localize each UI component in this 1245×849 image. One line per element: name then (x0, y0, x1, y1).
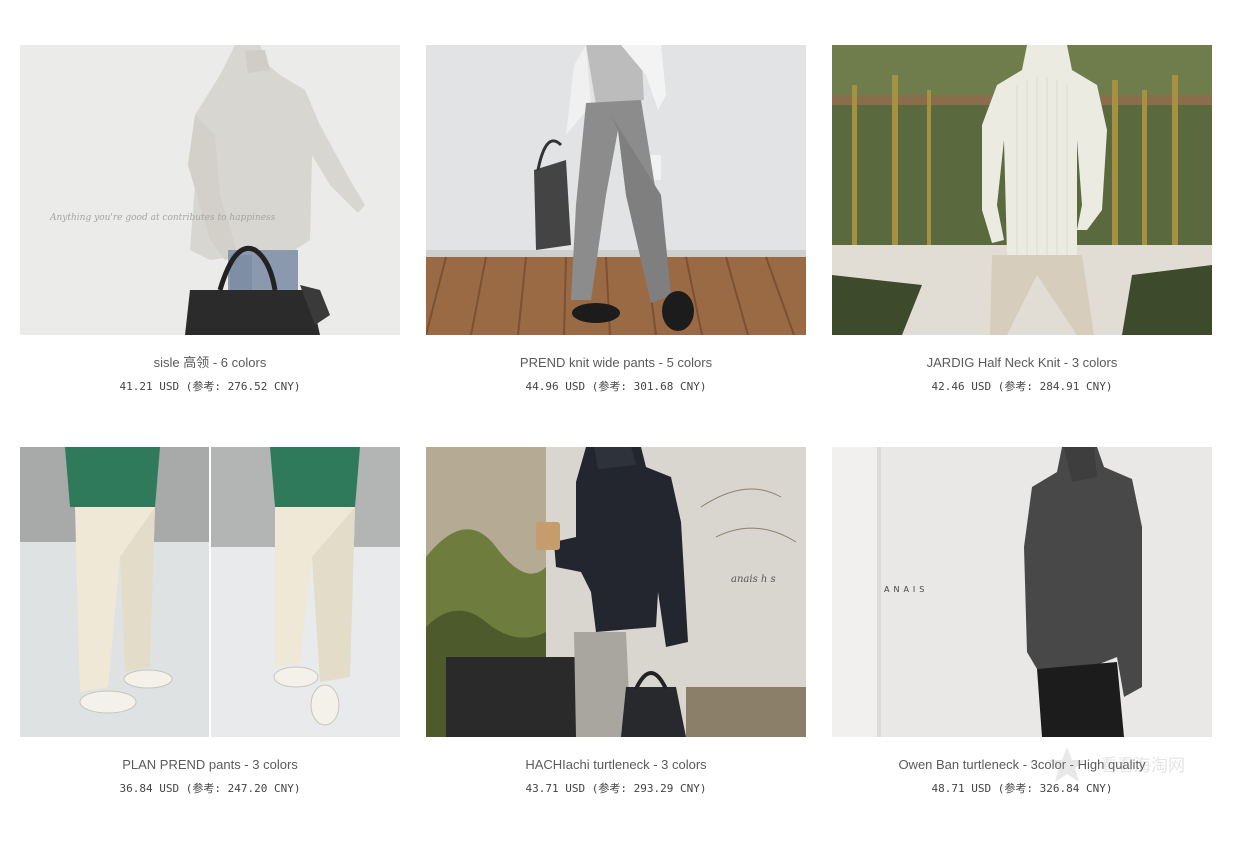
product-image[interactable] (426, 45, 806, 335)
image-caption: ANAIS (884, 585, 928, 594)
cream-wide-pants-photo (20, 447, 400, 737)
product-price: 44.96 USD (参考: 301.68 CNY) (525, 380, 707, 393)
product-name[interactable]: PLAN PREND pants - 3 colors (20, 757, 400, 773)
product-image[interactable]: anais h s (426, 447, 806, 737)
navy-turtleneck-photo: anais h s (426, 447, 806, 737)
product-card[interactable]: PREND knit wide pants - 5 colors 44.96 U… (426, 45, 806, 447)
product-card[interactable]: JARDIG Half Neck Knit - 3 colors 42.46 U… (832, 45, 1212, 447)
product-card[interactable]: anais h s HACHIachi turtleneck - 3 color… (426, 447, 806, 849)
product-price: 42.46 USD (参考: 284.91 CNY) (931, 380, 1113, 393)
image-caption: Anything you're good at contributes to h… (49, 213, 276, 223)
site-watermark: 看看海淘网 (1045, 745, 1235, 785)
product-name[interactable]: HACHIachi turtleneck - 3 colors (426, 757, 806, 773)
product-card[interactable]: Anything you're good at contributes to h… (20, 45, 400, 447)
cream-turtleneck-sweater-photo: Anything you're good at contributes to h… (20, 45, 400, 335)
product-name[interactable]: PREND knit wide pants - 5 colors (426, 355, 806, 371)
product-price: 41.21 USD (参考: 276.52 CNY) (119, 380, 301, 393)
product-card[interactable]: ANAIS Owen Ban turtleneck - 3color - Hig… (832, 447, 1212, 849)
product-price: 36.84 USD (参考: 247.20 CNY) (119, 782, 301, 795)
gray-wide-pants-photo (426, 45, 806, 335)
product-price: 43.71 USD (参考: 293.29 CNY) (525, 782, 707, 795)
product-name[interactable]: JARDIG Half Neck Knit - 3 colors (832, 355, 1212, 371)
product-image[interactable] (20, 447, 400, 737)
product-card[interactable]: PLAN PREND pants - 3 colors 36.84 USD (参… (20, 447, 400, 849)
image-caption: anais h s (731, 574, 776, 585)
product-image[interactable]: ANAIS (832, 447, 1212, 737)
ivory-ribbed-knit-photo (832, 45, 1212, 335)
charcoal-turtleneck-photo: ANAIS (832, 447, 1212, 737)
product-image[interactable] (832, 45, 1212, 335)
star-logo-icon (1048, 747, 1086, 782)
product-name[interactable]: sisle 高领 - 6 colors (20, 355, 400, 371)
product-grid: Anything you're good at contributes to h… (20, 45, 1212, 849)
product-image[interactable]: Anything you're good at contributes to h… (20, 45, 400, 335)
watermark-text: 看看海淘网 (1100, 756, 1185, 776)
